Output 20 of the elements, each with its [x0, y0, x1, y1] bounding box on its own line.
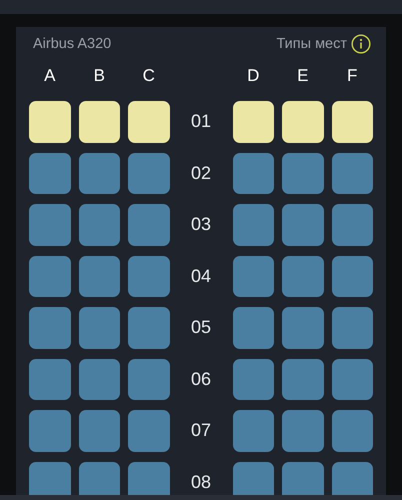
seat[interactable] — [78, 101, 120, 142]
aircraft-name: Airbus A320 — [33, 36, 112, 52]
column-letter: C — [142, 65, 156, 87]
column-letter: B — [92, 65, 106, 87]
seat-types-link[interactable]: Типы мест — [276, 34, 371, 54]
row-number: 04 — [190, 264, 212, 288]
row-number: 08 — [190, 470, 212, 494]
column-letter: E — [296, 65, 310, 87]
row-number: 03 — [190, 213, 212, 236]
column-letter: D — [246, 65, 260, 87]
row-number: 06 — [190, 368, 212, 391]
row-number: 07 — [190, 419, 212, 442]
info-icon[interactable] — [351, 34, 371, 54]
column-letter: F — [346, 65, 358, 87]
row-number: 01 — [190, 110, 212, 134]
seat[interactable] — [332, 101, 373, 142]
row-number: 05 — [190, 316, 212, 340]
row-number: 02 — [190, 162, 212, 185]
column-letter: A — [43, 65, 56, 87]
seat[interactable] — [232, 101, 274, 142]
